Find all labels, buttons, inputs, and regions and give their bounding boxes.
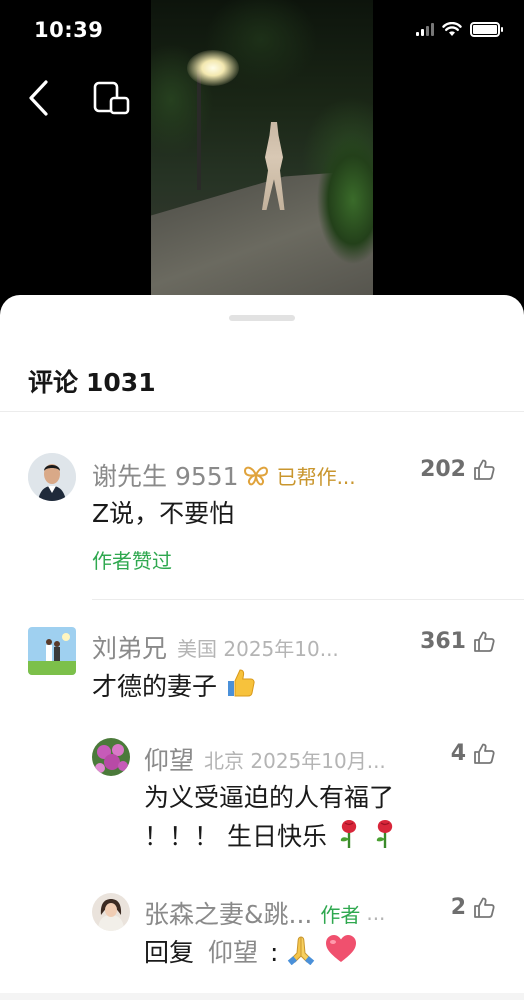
avatar-photo bbox=[92, 738, 130, 776]
back-button[interactable] bbox=[22, 78, 58, 118]
status-time: 10:39 bbox=[34, 18, 104, 42]
like-button[interactable]: 361 bbox=[420, 629, 496, 654]
reply-item[interactable]: 仰望 北京 2025年10月... 4 为义受逼迫的人有福了 ！！！ 生日快乐 bbox=[0, 735, 524, 885]
avatar-photo bbox=[28, 627, 76, 675]
thumbs-up-icon bbox=[474, 459, 495, 480]
title-divider bbox=[0, 411, 524, 412]
thumbs-up-icon bbox=[474, 631, 495, 652]
reply-text: 为义受逼迫的人有福了 ！！！ 生日快乐 bbox=[144, 779, 399, 856]
reply-header: 张森之妻&跳... 作者 ... bbox=[144, 895, 434, 931]
praying-hands-emoji-icon bbox=[288, 936, 315, 965]
comment-text: Z说，不要怕 bbox=[92, 499, 235, 528]
comment-sheet-title: 评论 1031 bbox=[28, 363, 156, 399]
like-button[interactable]: 202 bbox=[420, 457, 496, 482]
reply-text-line-2: ！！！ 生日快乐 bbox=[144, 817, 399, 856]
reply-item[interactable]: 张森之妻&跳... 作者 ... 2 回复 仰望 : bbox=[0, 891, 524, 991]
like-button[interactable]: 4 bbox=[451, 741, 496, 766]
chevron-left-icon bbox=[29, 80, 48, 116]
avatar[interactable] bbox=[92, 893, 130, 931]
thumbs-up-icon bbox=[474, 897, 495, 918]
comment-header: 谢先生 9551 已帮作... bbox=[92, 457, 402, 493]
comment-sheet: 评论 1031 谢先生 9551 已帮作... 202 Z说，不要怕 作者赞过 … bbox=[0, 295, 524, 1000]
comment-count: 1031 bbox=[86, 368, 156, 397]
reply-header: 仰望 北京 2025年10月... bbox=[144, 741, 434, 777]
sheet-drag-handle[interactable] bbox=[229, 315, 295, 321]
status-icons bbox=[416, 22, 503, 37]
like-count: 4 bbox=[450, 741, 466, 766]
comment-title-label: 评论 bbox=[28, 368, 79, 397]
comment-item[interactable]: 谢先生 9551 已帮作... 202 Z说，不要怕 作者赞过 bbox=[0, 445, 524, 595]
author-tag: 作者 bbox=[320, 902, 361, 927]
comment-divider bbox=[92, 599, 524, 600]
reply-location-date: ... bbox=[366, 901, 386, 925]
like-count: 361 bbox=[420, 629, 466, 654]
like-button[interactable]: 2 bbox=[451, 895, 496, 920]
like-count: 202 bbox=[420, 457, 466, 482]
bottom-bar bbox=[0, 993, 524, 1000]
author-liked-label: 作者赞过 bbox=[92, 549, 172, 573]
reply-prefix: 回复 bbox=[144, 938, 195, 967]
comment-item[interactable]: 刘弟兄 美国 2025年10... 361 才德的妻子 bbox=[0, 625, 524, 735]
avatar[interactable] bbox=[28, 627, 76, 675]
reply-username[interactable]: 仰望 bbox=[144, 741, 194, 777]
thumbs-up-icon bbox=[474, 743, 495, 764]
comment-header: 刘弟兄 美国 2025年10... bbox=[92, 629, 392, 665]
wifi-icon bbox=[442, 22, 462, 36]
video-bushes bbox=[303, 110, 373, 280]
picture-in-picture-icon bbox=[93, 81, 130, 115]
reply-text-line: 为义受逼迫的人有福了 bbox=[144, 783, 395, 812]
rose-emoji-icon bbox=[376, 820, 393, 848]
reply-text-row: 回复 仰望 : bbox=[144, 933, 358, 972]
rose-emoji-icon bbox=[340, 820, 357, 848]
avatar[interactable] bbox=[92, 738, 130, 776]
reply-separator: : bbox=[269, 938, 279, 967]
video-lamp-post bbox=[197, 70, 201, 190]
comment-text-row: 才德的妻子 bbox=[92, 667, 257, 706]
like-count: 2 bbox=[450, 895, 466, 920]
heart-emoji-icon bbox=[326, 935, 357, 962]
reply-to-username[interactable]: 仰望 bbox=[208, 938, 258, 967]
status-bar: 10:39 bbox=[0, 0, 524, 62]
avatar[interactable] bbox=[28, 453, 76, 501]
battery-icon bbox=[470, 22, 503, 37]
thumbs-up-emoji-icon bbox=[227, 669, 255, 697]
comment-location-date: 美国 2025年10... bbox=[177, 636, 339, 661]
cellular-signal-icon bbox=[416, 23, 434, 36]
reply-username[interactable]: 张森之妻&跳... bbox=[144, 895, 312, 931]
helped-author-tag: 已帮作... bbox=[276, 464, 356, 489]
comment-text: 才德的妻子 bbox=[92, 672, 218, 701]
comment-username[interactable]: 谢先生 9551 bbox=[92, 457, 239, 493]
avatar-photo bbox=[92, 893, 130, 931]
butterfly-badge-icon bbox=[243, 466, 268, 486]
picture-in-picture-button[interactable] bbox=[92, 80, 132, 118]
reply-location-date: 北京 2025年10月... bbox=[204, 748, 386, 773]
comment-username[interactable]: 刘弟兄 bbox=[92, 629, 167, 665]
avatar-photo bbox=[28, 453, 76, 501]
